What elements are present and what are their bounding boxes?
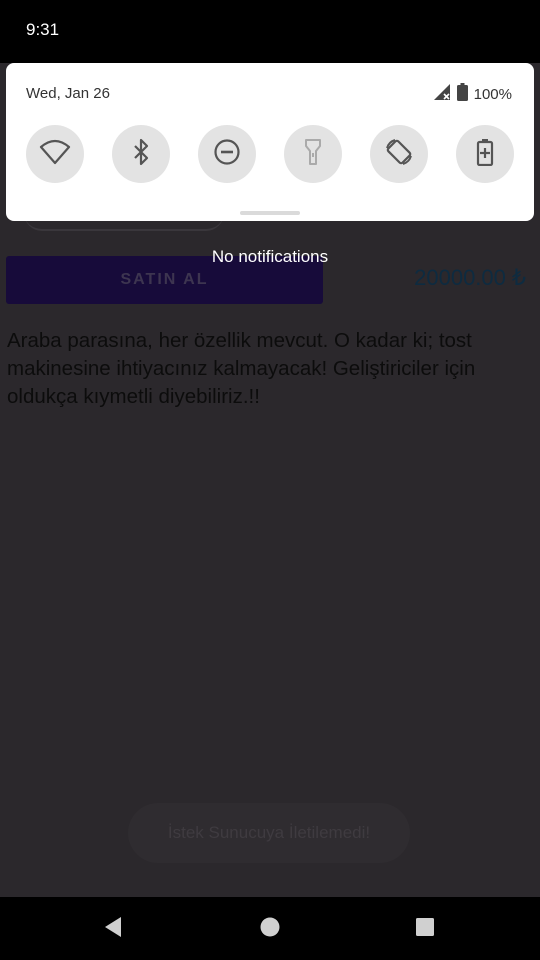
product-price: 20000.00 ₺ [414, 265, 526, 290]
flashlight-icon [304, 138, 322, 171]
wifi-tile[interactable] [26, 125, 84, 183]
status-bar: 9:31 [0, 0, 540, 63]
home-button[interactable] [256, 915, 284, 943]
rotate-tile[interactable] [370, 125, 428, 183]
qs-status-icons: 100% [433, 83, 512, 106]
recents-button[interactable] [411, 915, 439, 943]
flashlight-tile[interactable] [284, 125, 342, 183]
bluetooth-icon [132, 138, 150, 171]
recents-icon [415, 917, 435, 942]
home-icon [260, 917, 280, 942]
dnd-tile[interactable] [198, 125, 256, 183]
battery-saver-tile[interactable] [456, 125, 514, 183]
wifi-icon [39, 139, 71, 170]
quick-settings-panel: Wed, Jan 26 100% [6, 63, 534, 221]
do-not-disturb-icon [213, 138, 241, 171]
back-button[interactable] [99, 915, 127, 943]
bluetooth-tile[interactable] [112, 125, 170, 183]
status-time: 9:31 [26, 20, 60, 39]
navigation-bar [0, 897, 540, 960]
drag-handle[interactable] [240, 211, 300, 215]
qs-date: Wed, Jan 26 [26, 85, 110, 102]
no-signal-icon [433, 83, 451, 106]
back-icon [103, 916, 123, 943]
no-notifications-text: No notifications [211, 247, 329, 266]
quick-settings-tiles [26, 125, 516, 183]
battery-saver-icon [476, 138, 494, 171]
battery-icon [456, 83, 468, 106]
battery-percentage: 100% [473, 86, 512, 103]
product-description: Araba parasına, her özellik mevcut. O ka… [7, 329, 476, 408]
error-toast: İstek Sunucuya İletilemedi! [128, 803, 410, 863]
auto-rotate-icon [384, 137, 414, 172]
